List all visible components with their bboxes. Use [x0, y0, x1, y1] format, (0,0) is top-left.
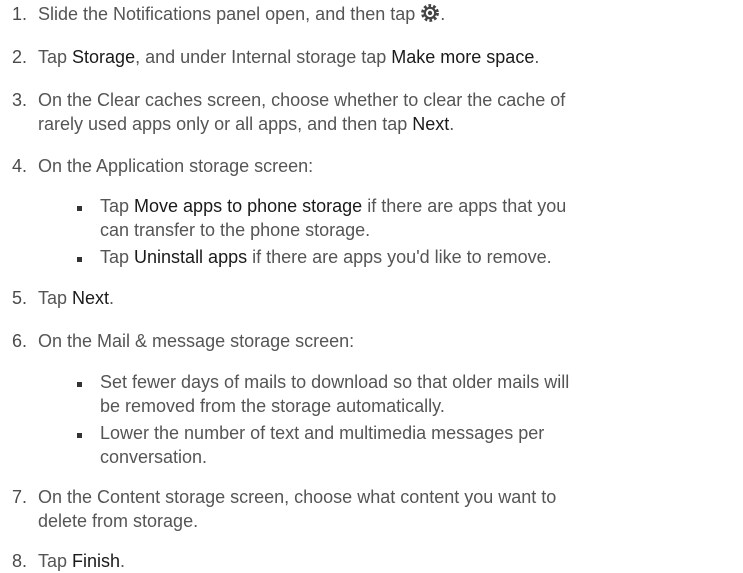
step-5-part: Tap	[38, 288, 73, 308]
sub-4-1-line-1: Tap Move apps to phone storage if there …	[100, 194, 566, 218]
make-more-space-label: Make more space	[391, 47, 535, 67]
step-number: 1.	[12, 4, 28, 24]
sub-4-2-part: if there are apps you'd like to remove.	[247, 247, 552, 267]
step-number: 6.	[12, 331, 28, 351]
sub-6-2-line-1: Lower the number of text and multimedia …	[100, 423, 545, 443]
step-2-text: Tap Storage, and under Internal storage …	[38, 45, 539, 69]
sub-6-2-line-2: conversation.	[100, 447, 208, 467]
storage-label: Storage	[72, 47, 136, 67]
step-5-text: Tap Next.	[38, 286, 114, 310]
step-3-line-1: On the Clear caches screen, choose wheth…	[38, 90, 566, 110]
step-2-part: Tap	[38, 47, 73, 67]
step-2-part: .	[534, 47, 540, 67]
sub-4-1-line-2: can transfer to the phone storage.	[100, 220, 371, 240]
step-3-part: .	[449, 114, 455, 134]
step-3-line-2: rarely used apps only or all apps, and t…	[38, 112, 454, 136]
uninstall-apps-label: Uninstall apps	[134, 247, 248, 267]
step-7-line-2: delete from storage.	[38, 511, 199, 531]
step-1-text-c: .	[440, 4, 446, 24]
bullet-icon	[77, 257, 82, 262]
next-label: Next	[72, 288, 110, 308]
step-4-text: On the Application storage screen:	[38, 156, 314, 176]
sub-4-1-part: Tap	[100, 196, 135, 216]
step-5-part: .	[109, 288, 115, 308]
step-3-part: rarely used apps only or all apps, and t…	[38, 114, 413, 134]
bullet-icon	[77, 206, 82, 211]
step-1-text-a: Slide the Notifications panel open, and …	[38, 4, 421, 24]
next-label: Next	[412, 114, 450, 134]
sub-4-2-line-1: Tap Uninstall apps if there are apps you…	[100, 245, 552, 269]
bullet-icon	[77, 433, 82, 438]
step-2-part: , and under Internal storage tap	[135, 47, 392, 67]
finish-label: Finish	[72, 551, 121, 571]
step-number: 8.	[12, 551, 28, 571]
move-apps-label: Move apps to phone storage	[134, 196, 363, 216]
step-8-part: Tap	[38, 551, 73, 571]
bullet-icon	[77, 382, 82, 387]
step-number: 4.	[12, 156, 28, 176]
step-number: 5.	[12, 288, 28, 308]
step-8-part: .	[120, 551, 126, 571]
sub-4-1-part: if there are apps that you	[362, 196, 567, 216]
sub-6-1-line-2: be removed from the storage automaticall…	[100, 396, 445, 416]
step-number: 7.	[12, 487, 28, 507]
step-number: 2.	[12, 47, 28, 67]
instructions-page: 1. Slide the Notifications panel open, a…	[0, 0, 743, 571]
step-1-text: Slide the Notifications panel open, and …	[38, 2, 445, 26]
gear-icon	[420, 3, 440, 23]
step-number: 3.	[12, 90, 28, 110]
sub-6-1-line-1: Set fewer days of mails to download so t…	[100, 372, 570, 392]
step-8-text: Tap Finish.	[38, 549, 125, 573]
step-6-text: On the Mail & message storage screen:	[38, 331, 355, 351]
sub-4-2-part: Tap	[100, 247, 135, 267]
step-7-line-1: On the Content storage screen, choose wh…	[38, 487, 557, 507]
